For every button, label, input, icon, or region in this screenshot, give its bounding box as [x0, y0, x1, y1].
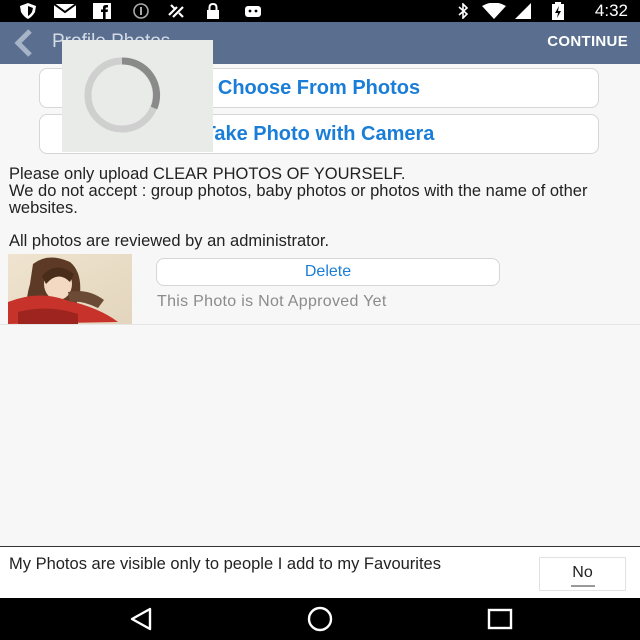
mail-icon — [52, 3, 78, 19]
android-icon — [242, 3, 264, 19]
divider — [0, 324, 640, 325]
review-note: All photos are reviewed by an administra… — [9, 232, 330, 250]
notice-line-1: Please only upload CLEAR PHOTOS OF YOURS… — [9, 165, 406, 183]
back-triangle-icon[interactable] — [126, 606, 156, 632]
photo-approval-status: This Photo is Not Approved Yet — [157, 293, 387, 310]
loading-overlay — [62, 40, 213, 152]
home-circle-icon[interactable] — [305, 606, 335, 632]
bluetooth-icon — [455, 3, 471, 19]
wifi-icon — [480, 3, 508, 19]
visibility-toggle[interactable]: No — [539, 557, 626, 591]
status-time: 4:32 — [594, 1, 628, 20]
spinner-icon — [76, 52, 166, 146]
continue-button[interactable]: CONTINUE — [547, 33, 628, 50]
recents-square-icon[interactable] — [485, 606, 515, 632]
toggle-value: No — [572, 564, 593, 581]
navigation-bar — [0, 598, 640, 640]
delete-photo-button[interactable]: Delete — [156, 258, 500, 286]
shield-icon — [18, 3, 38, 19]
status-bar: 4:32 — [0, 0, 640, 22]
photo-thumbnail[interactable] — [8, 254, 132, 324]
chevron-left-icon[interactable] — [10, 28, 38, 58]
toggle-underline — [571, 585, 595, 587]
satellite-icon — [164, 3, 190, 19]
visibility-label: My Photos are visible only to people I a… — [9, 555, 441, 573]
lock-icon — [204, 3, 222, 19]
signal-icon — [513, 3, 533, 19]
notice-line-2: We do not accept : group photos, baby ph… — [9, 182, 588, 217]
battery-icon — [551, 2, 565, 20]
facebook-icon — [91, 3, 113, 19]
circle-alert-icon — [131, 3, 151, 19]
upload-notice: Please only upload CLEAR PHOTOS OF YOURS… — [9, 166, 634, 217]
visibility-setting: My Photos are visible only to people I a… — [0, 546, 640, 598]
